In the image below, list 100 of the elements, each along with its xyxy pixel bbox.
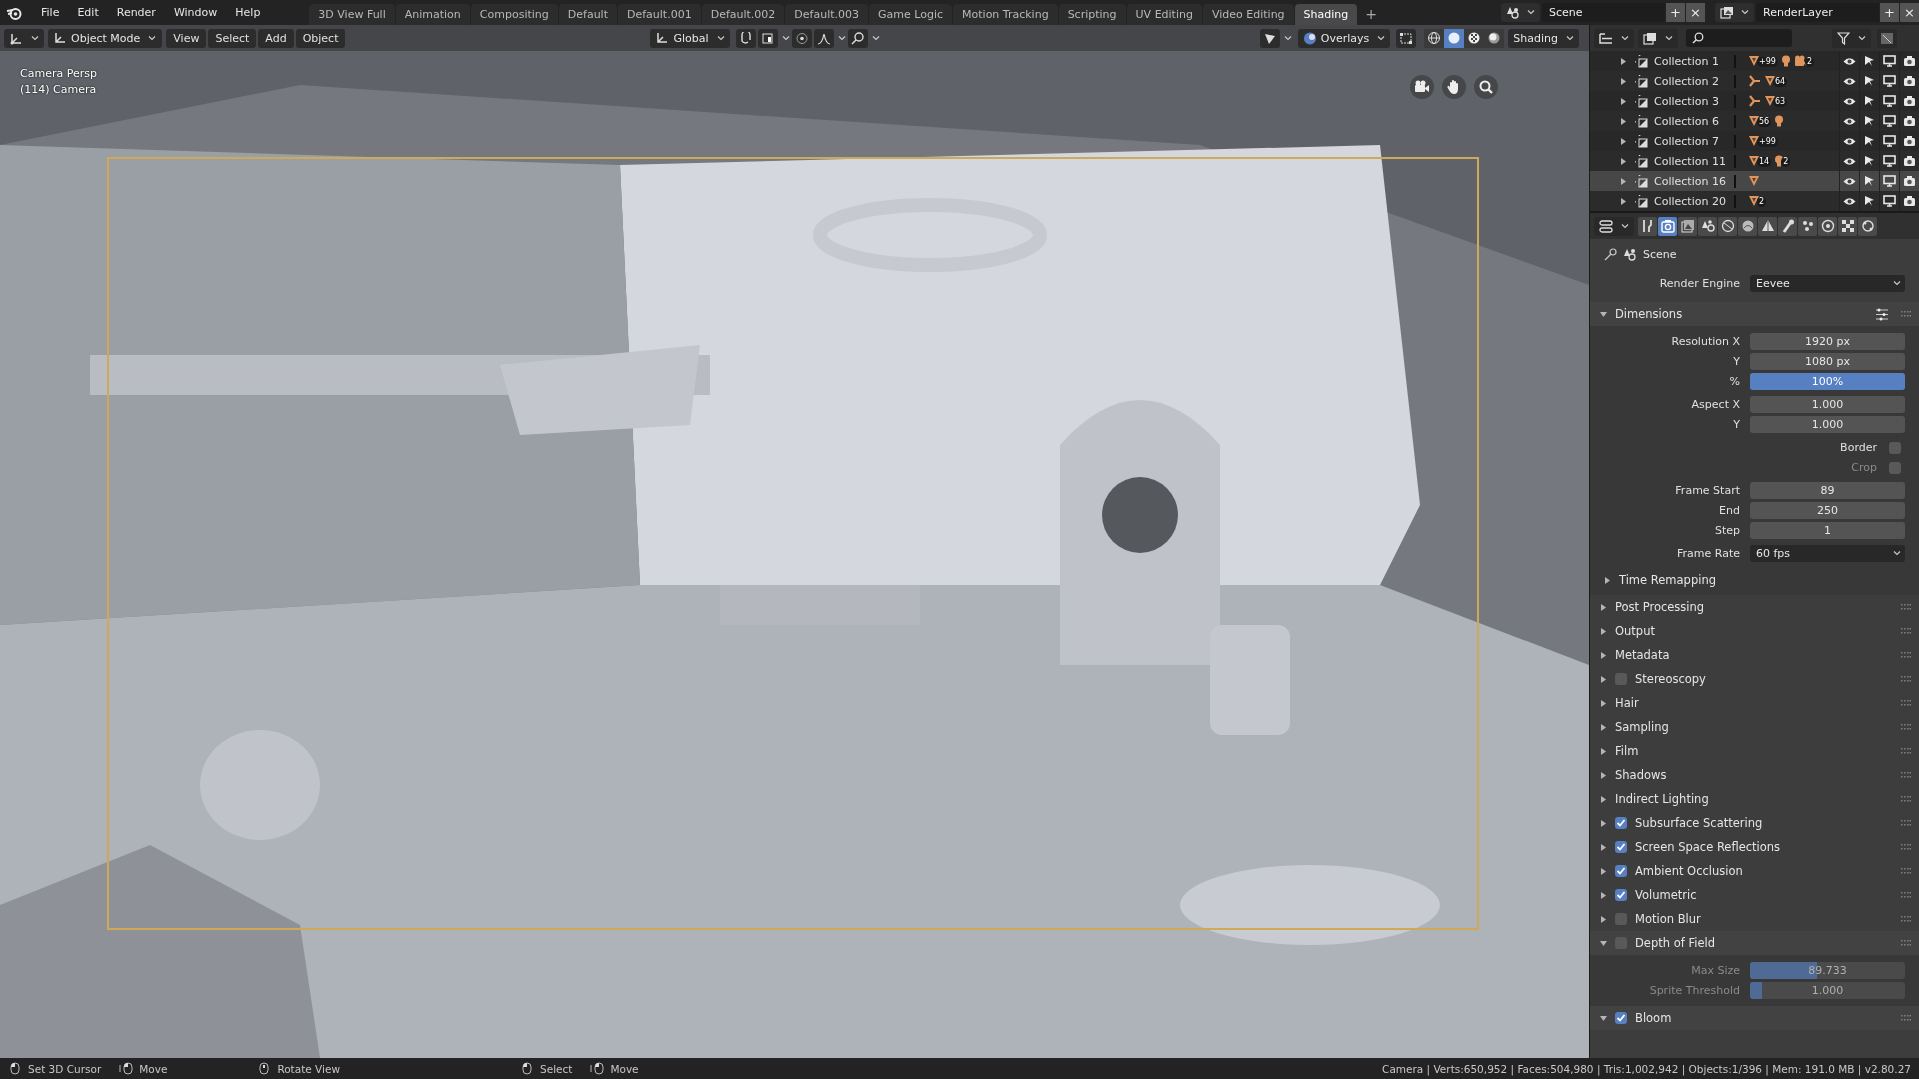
collapsed-arrow-icon[interactable] <box>1600 675 1607 683</box>
pointer-icon[interactable] <box>1864 175 1875 187</box>
collapsed-arrow-icon[interactable] <box>1620 57 1627 65</box>
subpanel-header[interactable]: Time Remapping <box>1590 569 1919 591</box>
collapsed-arrow-icon[interactable] <box>1600 747 1607 755</box>
panel-header[interactable]: Depth of Field <box>1590 931 1919 955</box>
drag-handle-icon[interactable] <box>1901 796 1911 802</box>
collapsed-arrow-icon[interactable] <box>1600 867 1607 875</box>
number-field[interactable]: 1.000 <box>1750 396 1905 413</box>
monitor-icon[interactable] <box>1883 115 1896 127</box>
workspace-tab[interactable]: Default.002 <box>701 4 785 25</box>
collapsed-arrow-icon[interactable] <box>1600 891 1607 899</box>
expanded-arrow-icon[interactable] <box>1600 1014 1607 1022</box>
modifiers-tab[interactable] <box>1778 216 1797 236</box>
view-layer-selector[interactable] <box>1715 3 1754 22</box>
eye-icon[interactable] <box>1843 176 1856 186</box>
camera-icon[interactable] <box>1903 95 1916 107</box>
delete-scene-button[interactable]: × <box>1686 3 1705 22</box>
collapsed-arrow-icon[interactable] <box>1600 843 1607 851</box>
workspace-tab[interactable]: Shading <box>1294 4 1358 25</box>
menu-item[interactable]: Render <box>107 6 165 19</box>
drag-handle-icon[interactable] <box>1901 844 1911 850</box>
number-field[interactable]: 89 <box>1750 482 1905 499</box>
world-tab[interactable] <box>1738 216 1757 236</box>
workspace-tab[interactable]: Video Editing <box>1202 4 1294 25</box>
drag-handle-icon[interactable] <box>1901 628 1911 634</box>
camera-icon[interactable] <box>1903 135 1916 147</box>
checkbox[interactable] <box>1615 841 1627 853</box>
view-layer-tab[interactable] <box>1698 216 1717 236</box>
monitor-icon[interactable] <box>1883 155 1896 167</box>
scene-selector[interactable] <box>1501 3 1540 22</box>
mode-dropdown[interactable]: Object Mode <box>48 28 163 48</box>
pointer-icon[interactable] <box>1864 135 1875 147</box>
add-workspace-button[interactable]: + <box>1358 4 1384 25</box>
expanded-arrow-icon[interactable] <box>1600 939 1607 947</box>
menu-item[interactable]: Edit <box>68 6 108 19</box>
number-field[interactable]: 1920 px <box>1750 333 1905 350</box>
panel-header[interactable]: Bloom <box>1590 1006 1919 1030</box>
collapsed-arrow-icon[interactable] <box>1600 723 1607 731</box>
drag-handle-icon[interactable] <box>1901 772 1911 778</box>
slider-field[interactable]: 100% <box>1750 373 1905 390</box>
drag-handle-icon[interactable] <box>1901 676 1911 682</box>
eye-icon[interactable] <box>1843 76 1856 86</box>
drag-handle-icon[interactable] <box>1901 724 1911 730</box>
collapsed-arrow-icon[interactable] <box>1600 819 1607 827</box>
collapsed-arrow-icon[interactable] <box>1604 576 1611 584</box>
eye-icon[interactable] <box>1843 156 1856 166</box>
drag-handle-icon[interactable] <box>1901 311 1911 317</box>
pointer-icon[interactable] <box>1864 155 1875 167</box>
workspace-tab[interactable]: Default.003 <box>785 4 869 25</box>
collapsed-arrow-icon[interactable] <box>1620 197 1627 205</box>
camera-icon[interactable] <box>1903 195 1916 207</box>
new-scene-button[interactable]: + <box>1666 3 1685 22</box>
physics-tab[interactable] <box>1818 216 1837 236</box>
collapsed-arrow-icon[interactable] <box>1600 603 1607 611</box>
editor-type-button[interactable] <box>1594 216 1634 236</box>
menu-item[interactable]: File <box>32 6 69 19</box>
drag-handle-icon[interactable] <box>1901 1015 1911 1021</box>
view-layer-button[interactable] <box>1638 28 1678 48</box>
collapsed-arrow-icon[interactable] <box>1600 651 1607 659</box>
collapsed-arrow-icon[interactable] <box>1620 117 1627 125</box>
number-field[interactable]: 250 <box>1750 502 1905 519</box>
drag-handle-icon[interactable] <box>1901 892 1911 898</box>
monitor-icon[interactable] <box>1883 95 1896 107</box>
camera-icon[interactable] <box>1903 55 1916 67</box>
panel-header[interactable]: Dimensions <box>1590 302 1919 326</box>
collapsed-arrow-icon[interactable] <box>1600 699 1607 707</box>
scene-tab[interactable] <box>1718 216 1737 236</box>
number-field[interactable]: 1 <box>1750 522 1905 539</box>
tool-tab[interactable] <box>1638 216 1657 236</box>
collapsed-arrow-icon[interactable] <box>1600 795 1607 803</box>
collapsed-arrow-icon[interactable] <box>1620 77 1627 85</box>
checkbox[interactable] <box>1615 817 1627 829</box>
logo-icon[interactable] <box>6 5 22 20</box>
object-tab[interactable] <box>1758 216 1777 236</box>
search-field[interactable] <box>1686 29 1792 47</box>
menu-item[interactable]: Help <box>226 6 270 19</box>
monitor-icon[interactable] <box>1883 175 1896 187</box>
monitor-icon[interactable] <box>1883 55 1896 67</box>
checkbox[interactable] <box>1615 889 1627 901</box>
workspace-tab[interactable]: Scripting <box>1058 4 1126 25</box>
workspace-tab[interactable]: UV Editing <box>1126 4 1202 25</box>
new-view-layer-button[interactable]: + <box>1880 3 1899 22</box>
checkbox[interactable] <box>1615 673 1627 685</box>
pointer-icon[interactable] <box>1864 195 1875 207</box>
presets-icon[interactable] <box>1875 307 1889 321</box>
workspace-tab[interactable]: 3D View Full <box>309 4 395 25</box>
drag-handle-icon[interactable] <box>1901 748 1911 754</box>
drag-handle-icon[interactable] <box>1901 604 1911 610</box>
eye-icon[interactable] <box>1843 196 1856 206</box>
collapsed-arrow-icon[interactable] <box>1600 915 1607 923</box>
dropdown[interactable]: Eevee <box>1750 275 1905 292</box>
camera-icon[interactable] <box>1903 75 1916 87</box>
drag-handle-icon[interactable] <box>1901 652 1911 658</box>
checkbox[interactable] <box>1615 1012 1627 1024</box>
outliner-row[interactable]: Collection 16 <box>1590 171 1919 191</box>
monitor-icon[interactable] <box>1883 75 1896 87</box>
checkbox[interactable] <box>1615 865 1627 877</box>
display-mode-button[interactable] <box>1594 28 1634 48</box>
collapsed-arrow-icon[interactable] <box>1620 137 1627 145</box>
